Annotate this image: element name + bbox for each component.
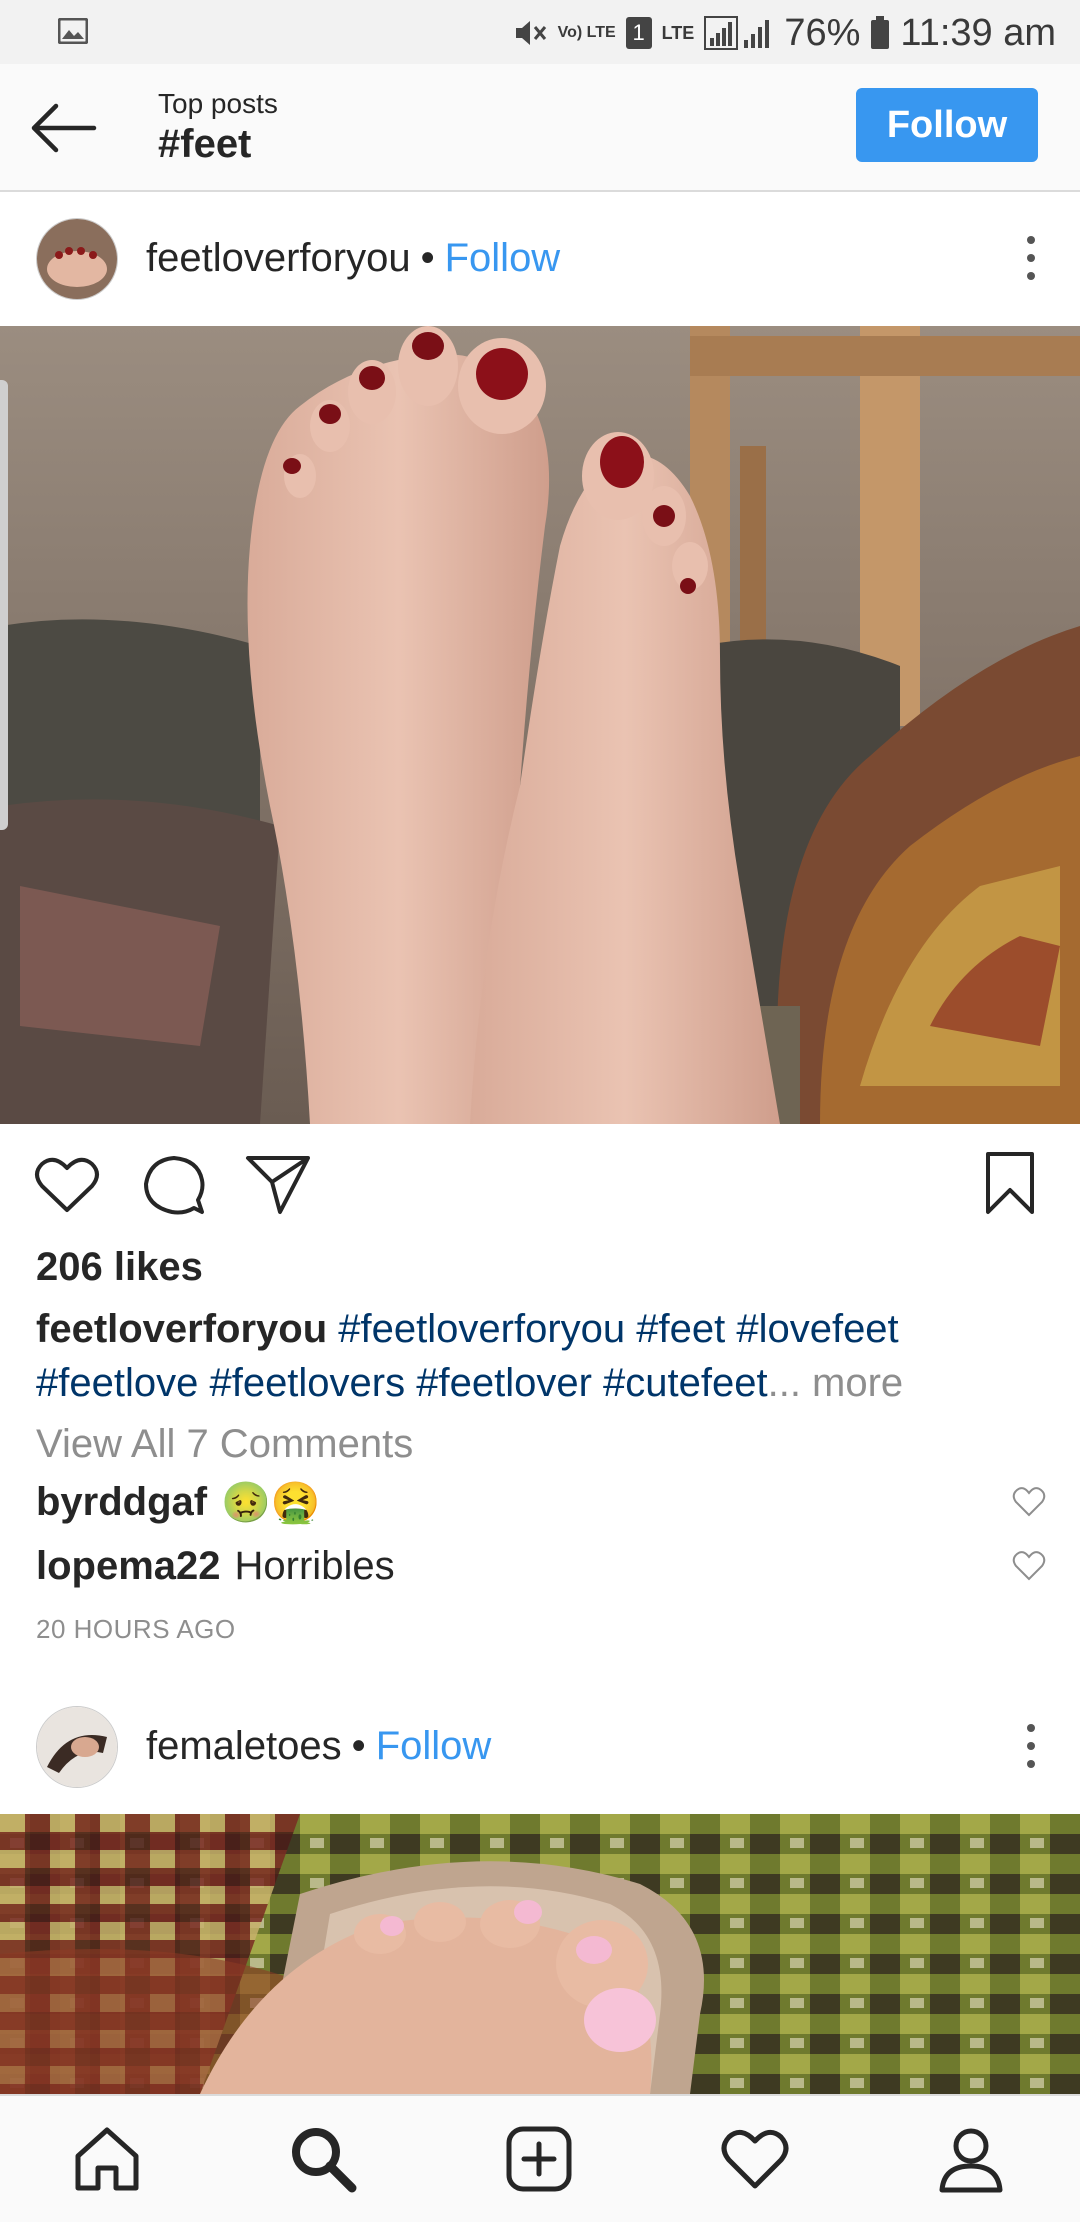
comment-username[interactable]: lopema22 xyxy=(36,1544,221,1589)
home-icon[interactable] xyxy=(72,2124,142,2194)
avatar-image xyxy=(37,219,117,299)
caption-hashtags-line2[interactable]: #feetlove #feetlovers #feetlover #cutefe… xyxy=(36,1361,768,1405)
activity-heart-icon[interactable] xyxy=(720,2124,790,2194)
app-header: Top posts #feet Follow xyxy=(0,64,1080,192)
post-photo-toes xyxy=(0,1814,1080,2094)
post-caption: feetloverforyou #feetloverforyou #feet #… xyxy=(36,1302,1046,1410)
search-icon[interactable] xyxy=(288,2124,358,2194)
post-username[interactable]: feetloverforyou xyxy=(146,236,411,281)
paper-plane-icon[interactable] xyxy=(244,1152,312,1216)
clock: 11:39 am xyxy=(900,11,1056,54)
post-image[interactable] xyxy=(0,1814,1080,2094)
network-label: LTE xyxy=(661,22,695,43)
signal-icon xyxy=(704,16,770,50)
post-username[interactable]: femaletoes xyxy=(146,1724,342,1769)
status-bar: Vo) LTE 1 LTE 76% 11:39 am xyxy=(0,0,1080,64)
caption-hashtags-line1[interactable]: #feetloverforyou #feet #lovefeet xyxy=(338,1307,898,1351)
follow-hashtag-button[interactable]: Follow xyxy=(856,88,1038,162)
separator-dot: • xyxy=(351,1723,366,1768)
separator-dot: • xyxy=(420,235,435,280)
scroll-indicator[interactable] xyxy=(0,380,8,830)
profile-icon[interactable] xyxy=(936,2124,1006,2194)
header-subtitle: Top posts xyxy=(158,88,278,119)
avatar-image xyxy=(37,1707,117,1787)
comment-text: Horribles xyxy=(234,1543,395,1588)
caption-more-link[interactable]: ... more xyxy=(768,1361,904,1405)
username-row: feetloverforyou • Follow xyxy=(146,236,560,281)
bottom-nav xyxy=(0,2094,1080,2222)
likes-count[interactable]: 206 likes xyxy=(36,1245,203,1290)
avatar[interactable] xyxy=(36,218,118,300)
heart-icon[interactable] xyxy=(34,1154,100,1216)
bookmark-icon[interactable] xyxy=(984,1150,1036,1216)
post-photo-feet xyxy=(0,326,1080,1124)
comment-row: lopema22 Horribles xyxy=(36,1536,1046,1596)
sim-badge: 1 xyxy=(625,17,652,49)
comment-heart-icon[interactable] xyxy=(1012,1549,1046,1583)
caption-username[interactable]: feetloverforyou xyxy=(36,1307,327,1351)
avatar[interactable] xyxy=(36,1706,118,1788)
username-row: femaletoes • Follow xyxy=(146,1724,491,1769)
comment-text: 🤢🤮 xyxy=(221,1480,321,1525)
status-indicators: Vo) LTE 1 LTE 76% 11:39 am xyxy=(512,8,1056,58)
vertical-dots-icon[interactable] xyxy=(1016,228,1046,288)
post-image[interactable] xyxy=(0,326,1080,1124)
page-title: #feet xyxy=(158,122,252,166)
add-icon[interactable] xyxy=(504,2124,574,2194)
comment-icon[interactable] xyxy=(142,1154,206,1218)
view-all-comments-link[interactable]: View All 7 Comments xyxy=(36,1422,413,1467)
back-arrow-icon[interactable] xyxy=(28,98,98,158)
follow-user-link[interactable]: Follow xyxy=(445,236,561,281)
battery-percent: 76% xyxy=(784,11,861,54)
post-timestamp: 20 HOURS AGO xyxy=(36,1614,236,1644)
gallery-notification-icon xyxy=(58,18,88,44)
vertical-dots-icon[interactable] xyxy=(1016,1716,1046,1776)
volte-label: Vo) LTE xyxy=(557,24,616,41)
follow-user-link[interactable]: Follow xyxy=(376,1724,492,1769)
comment-username[interactable]: byrddgaf xyxy=(36,1480,207,1525)
post-header: femaletoes • Follow xyxy=(0,1680,1080,1812)
mute-icon xyxy=(515,21,546,45)
battery-icon xyxy=(871,16,890,49)
post-header: feetloverforyou • Follow xyxy=(0,192,1080,324)
comment-row: byrddgaf 🤢🤮 xyxy=(36,1472,1046,1532)
comment-heart-icon[interactable] xyxy=(1012,1485,1046,1519)
